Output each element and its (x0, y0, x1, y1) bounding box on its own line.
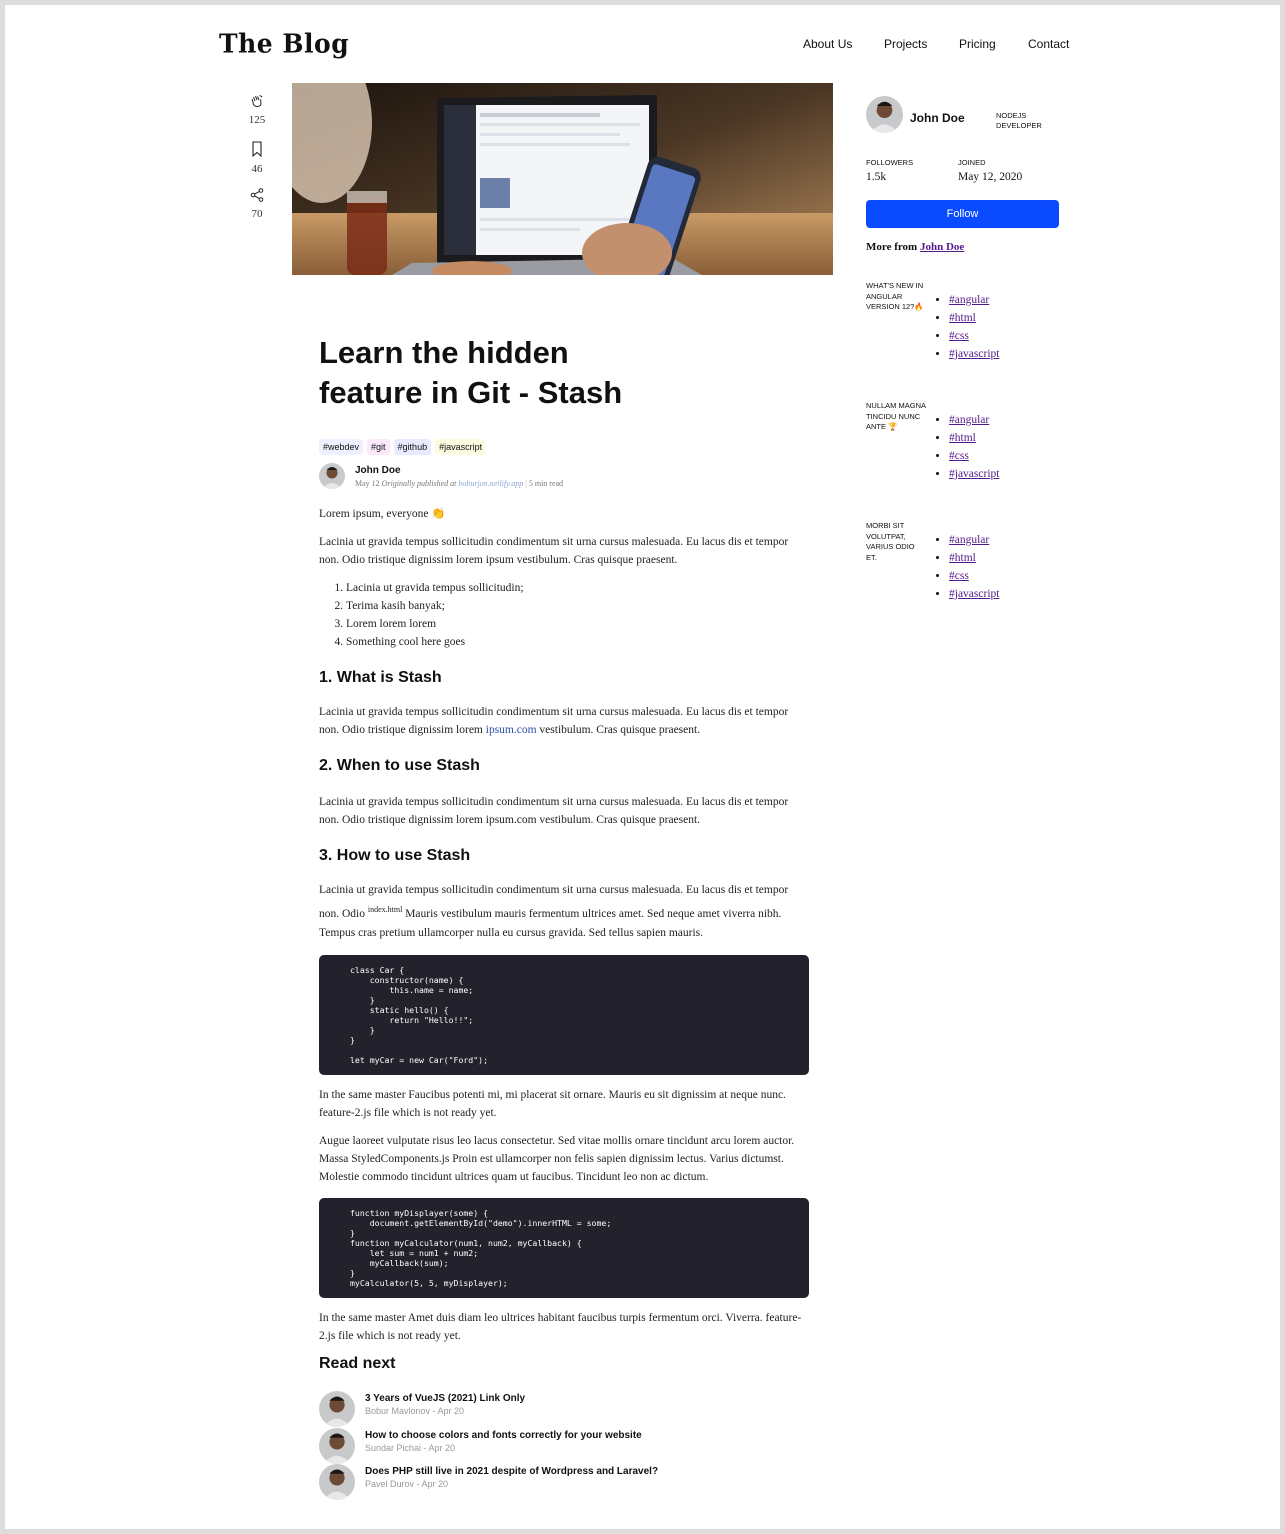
tag-webdev[interactable]: #webdev (319, 439, 364, 455)
section-heading: 2. When to use Stash (319, 757, 480, 774)
article-meta: May 12 Originally published at boburjon.… (355, 478, 564, 488)
follow-button[interactable]: Follow (866, 200, 1059, 228)
site-logo[interactable]: The Blog (219, 28, 349, 58)
paragraph: Lacinia ut gravida tempus sollicitudin c… (319, 536, 789, 566)
clap-icon (251, 94, 263, 108)
read-next-heading: Read next (319, 1355, 396, 1372)
nav-about-us[interactable]: About Us (803, 37, 852, 51)
more-post-tags: #angular #html #css #javascript (934, 411, 999, 483)
list-item: Terima kasih banyak; (346, 597, 809, 615)
more-post-tags: #angular #html #css #javascript (934, 291, 999, 363)
tag-link[interactable]: #angular (949, 534, 989, 546)
author-avatar[interactable] (319, 463, 345, 489)
joined-date: May 12, 2020 (958, 171, 1023, 183)
list-item: Lorem lorem lorem (346, 615, 809, 633)
read-time: 5 min read (528, 478, 564, 488)
followers-label: FOLLOWERS (866, 158, 914, 167)
read-next-avatar (319, 1391, 355, 1427)
read-next-title[interactable]: 3 Years of VueJS (2021) Link Only (365, 1393, 525, 1404)
more-post-title[interactable]: What's new in Angular version 12?🔥 (866, 281, 926, 313)
read-next-meta: Bobur Mavlonov - Apr 20 (365, 1406, 465, 1416)
intro-text: Lorem ipsum, everyone 👏 (319, 508, 446, 520)
tag-link[interactable]: #css (949, 450, 969, 462)
paragraph: Augue laoreet vulputate risus leo lacus … (319, 1134, 795, 1183)
clap-action[interactable]: 125 (235, 94, 279, 126)
numbered-list: Lacinia ut gravida tempus sollicitudin; … (319, 579, 809, 651)
list-item: Lacinia ut gravida tempus sollicitudin; (346, 579, 809, 597)
nav-contact[interactable]: Contact (1028, 37, 1069, 51)
author-name[interactable]: John Doe (355, 465, 563, 476)
tag-link[interactable]: #css (949, 570, 969, 582)
code-block: class Car { constructor(name) { this.nam… (319, 954, 809, 1075)
tag-link[interactable]: #javascript (949, 348, 999, 360)
read-next-meta: Pavel Durov - Apr 20 (365, 1479, 449, 1489)
paragraph: Lacinia ut gravida tempus sollicitudin c… (319, 796, 789, 826)
more-post-tags: #angular #html #css #javascript (934, 531, 999, 603)
published-prefix: Originally published at (381, 478, 457, 488)
nav-projects[interactable]: Projects (884, 37, 927, 51)
read-next-avatar (319, 1428, 355, 1464)
sidebar-author-role: NODEJS DEVELOPER (996, 111, 1042, 130)
more-post-title[interactable]: Morbi sit volutpat, varius odio et. (866, 521, 926, 563)
tag-javascript[interactable]: #javascript (435, 439, 487, 455)
tag-link[interactable]: #angular (949, 294, 989, 306)
more-post-title[interactable]: Nullam magna tincidu nunc ante 🏆 (866, 401, 926, 433)
tag-link[interactable]: #css (949, 330, 969, 342)
paragraph: Lacinia ut gravida tempus sollicitudin c… (319, 884, 789, 939)
bookmark-icon (252, 141, 262, 157)
paragraph: In the same master Faucibus potenti mi, … (319, 1088, 786, 1119)
share-action[interactable]: 70 (235, 188, 279, 220)
more-from-author-link[interactable]: John Doe (920, 241, 964, 253)
list-item: Something cool here goes (346, 633, 809, 651)
read-next-title[interactable]: How to choose colors and fonts correctly… (365, 1430, 642, 1441)
read-next-item[interactable]: Does PHP still live in 2021 despite of W… (319, 1464, 658, 1500)
article-author: John Doe May 12 Originally published at … (319, 463, 809, 489)
tag-link[interactable]: #html (949, 432, 976, 444)
read-next-meta: Sundar Pichai - Apr 20 (365, 1443, 456, 1453)
tag-link[interactable]: #html (949, 552, 976, 564)
sidebar-author-avatar[interactable] (866, 96, 903, 133)
section-heading: 1. What is Stash (319, 669, 442, 686)
share-icon (250, 188, 264, 202)
section-heading: 3. How to use Stash (319, 847, 471, 864)
more-from-heading: More from John Doe (866, 241, 965, 253)
bookmark-count: 46 (251, 163, 263, 175)
bookmark-action[interactable]: 46 (235, 141, 279, 175)
page: The Blog About Us Projects Pricing Conta… (5, 5, 1280, 1529)
tag-git[interactable]: #git (367, 439, 390, 455)
article: Learn the hidden feature in Git - Stash … (319, 333, 809, 1345)
ipsum-link[interactable]: ipsum.com (486, 724, 537, 736)
paragraph: In the same master Amet duis diam leo ul… (319, 1311, 802, 1342)
share-count: 70 (251, 208, 263, 220)
followers-count: 1.5k (866, 171, 887, 183)
joined-label: JOINED (958, 158, 986, 167)
publish-date: May 12 (355, 478, 380, 488)
published-link[interactable]: boburjon.netlify.app (458, 479, 523, 488)
article-title: Learn the hidden feature in Git - Stash (319, 335, 623, 410)
tag-github[interactable]: #github (393, 439, 432, 455)
tag-link[interactable]: #html (949, 312, 976, 324)
read-next-item[interactable]: 3 Years of VueJS (2021) Link Only Bobur … (319, 1391, 525, 1427)
nav-pricing[interactable]: Pricing (959, 37, 996, 51)
file-reference: index.html (367, 905, 403, 914)
tag-link[interactable]: #javascript (949, 588, 999, 600)
read-next-avatar (319, 1464, 355, 1500)
hero-image (292, 83, 833, 275)
paragraph: Lacinia ut gravida tempus sollicitudin c… (319, 706, 789, 736)
tag-link[interactable]: #angular (949, 414, 989, 426)
read-next-item[interactable]: How to choose colors and fonts correctly… (319, 1428, 642, 1464)
tag-list: #webdev #git #github #javascript (319, 439, 809, 455)
clap-count: 125 (248, 114, 266, 126)
tag-link[interactable]: #javascript (949, 468, 999, 480)
code-block: function myDisplayer(some) { document.ge… (319, 1197, 809, 1298)
sidebar-author-name[interactable]: John Doe (910, 111, 965, 125)
read-next-title[interactable]: Does PHP still live in 2021 despite of W… (365, 1466, 658, 1477)
